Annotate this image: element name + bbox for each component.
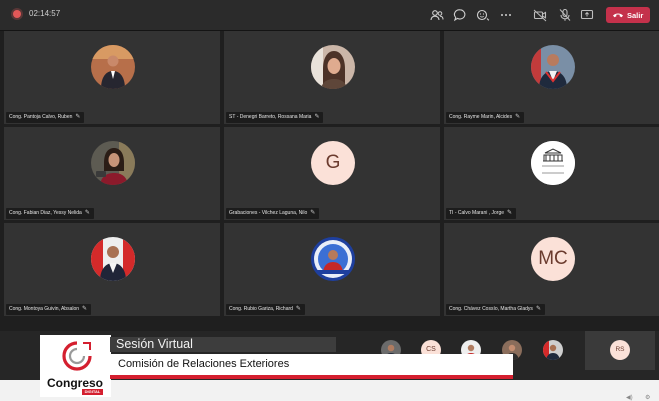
participant-name-tag: Cong. Fabian Diaz, Yessy Nelida ✎ <box>6 208 94 219</box>
participant-name-tag: Cong. Pantoja Calvo, Ruben ✎ <box>6 112 85 123</box>
leave-button-label: Salir <box>627 11 644 20</box>
participant-name: Cong. Fabian Diaz, Yessy Nelida <box>9 210 82 216</box>
participant-photo <box>91 141 135 185</box>
mic-muted-icon: ✎ <box>295 306 301 312</box>
more-options-icon[interactable] <box>499 8 513 22</box>
participant-name-tag: Cong. Rayme Marin, Alcides ✎ <box>446 112 525 123</box>
meeting-timer: 02:14:57 <box>29 9 61 18</box>
participant-name-tag: Cong. Chávez Cossío, Martha Gladys ✎ <box>446 304 545 315</box>
participant-initials-avatar: G <box>311 141 355 185</box>
participant-name: Cong. Montoya Guivin, Absalon <box>9 306 80 312</box>
participant-tile[interactable]: Cong. Montoya Guivin, Absalon ✎ <box>4 223 220 316</box>
participant-tile[interactable]: Cong. Pantoja Calvo, Ruben ✎ <box>4 31 220 124</box>
participant-tile[interactable]: Cong. Fabian Diaz, Yessy Nelida ✎ <box>4 127 220 220</box>
banner-title: Sesión Virtual <box>116 337 193 351</box>
participant-name: Grabaciones - Vilchez Laguna, Nilo <box>229 210 308 216</box>
leave-button[interactable]: Salir <box>606 7 650 23</box>
congreso-seal-logo <box>531 141 575 185</box>
share-screen-icon[interactable] <box>580 8 594 22</box>
participant-photo <box>91 237 135 281</box>
participant-tile[interactable]: G Grabaciones - Vilchez Laguna, Nilo ✎ <box>224 127 440 220</box>
mic-muted-icon: ✎ <box>82 306 88 312</box>
participant-name: TI - Calvo Marani , Jorge <box>449 210 505 216</box>
camera-icon[interactable] <box>533 8 547 22</box>
participant-name-tag: Cong. Montoya Guivin, Absalon ✎ <box>6 304 92 315</box>
participant-tile[interactable]: TI - Calvo Marani , Jorge ✎ <box>444 127 659 220</box>
participant-photo <box>311 237 355 281</box>
participant-photo <box>311 45 355 89</box>
reactions-icon[interactable] <box>476 8 490 22</box>
participant-tile[interactable]: MC Cong. Chávez Cossío, Martha Gladys ✎ <box>444 223 659 316</box>
mic-muted-icon: ✎ <box>535 306 541 312</box>
participant-name-tag: Grabaciones - Vilchez Laguna, Nilo ✎ <box>226 208 320 219</box>
mic-muted-icon: ✎ <box>75 114 81 120</box>
participant-initials-avatar: MC <box>531 237 575 281</box>
banner-accent-stripe <box>110 375 513 379</box>
congreso-logo-icon <box>62 341 92 371</box>
overflow-participant-thumbnail[interactable] <box>543 340 563 360</box>
participant-name: Cong. Rubio Gariza, Richard <box>229 306 293 312</box>
participant-name-tag: ST - Denegri Barreto, Rossana Maria ✎ <box>226 112 324 123</box>
participants-icon[interactable] <box>430 8 444 22</box>
leave-phone-icon <box>613 13 623 18</box>
settings-icon: ⚙ <box>645 395 651 401</box>
participant-tile[interactable]: Cong. Rubio Gariza, Richard ✎ <box>224 223 440 316</box>
participant-photo <box>91 45 135 89</box>
broadcast-banner: CS RS Congreso DIGITAL Sesión Virtual Co… <box>0 331 659 401</box>
mic-muted-icon: ✎ <box>84 210 90 216</box>
participant-tile[interactable]: ST - Denegri Barreto, Rossana Maria ✎ <box>224 31 440 124</box>
mic-muted-icon: ✎ <box>515 114 521 120</box>
participant-name: Cong. Rayme Marin, Alcides <box>449 114 513 120</box>
mic-icon[interactable] <box>558 8 572 22</box>
meeting-toolbar: 02:14:57 Salir <box>0 0 659 31</box>
mic-muted-icon: ✎ <box>310 210 316 216</box>
participant-name: Cong. Chávez Cossío, Martha Gladys <box>449 306 533 312</box>
participant-name-tag: Cong. Rubio Gariza, Richard ✎ <box>226 304 305 315</box>
congreso-logo-text: Congreso <box>47 376 104 390</box>
participant-name-tag: TI - Calvo Marani , Jorge ✎ <box>446 208 517 219</box>
recording-indicator-icon <box>13 10 21 18</box>
speaker-icon: ◀) <box>626 395 633 401</box>
mic-muted-icon: ✎ <box>314 114 320 120</box>
mic-muted-icon: ✎ <box>507 210 513 216</box>
overflow-initials-avatar[interactable]: RS <box>610 340 630 360</box>
participant-name: Cong. Pantoja Calvo, Ruben <box>9 114 73 120</box>
congreso-logo-sub: DIGITAL <box>82 389 103 395</box>
banner-subtitle: Comisión de Relaciones Exteriores <box>118 358 290 370</box>
participant-tile[interactable]: Cong. Rayme Marin, Alcides ✎ <box>444 31 659 124</box>
participant-name: ST - Denegri Barreto, Rossana Maria <box>229 114 312 120</box>
chat-icon[interactable] <box>453 8 467 22</box>
participant-photo <box>531 45 575 89</box>
